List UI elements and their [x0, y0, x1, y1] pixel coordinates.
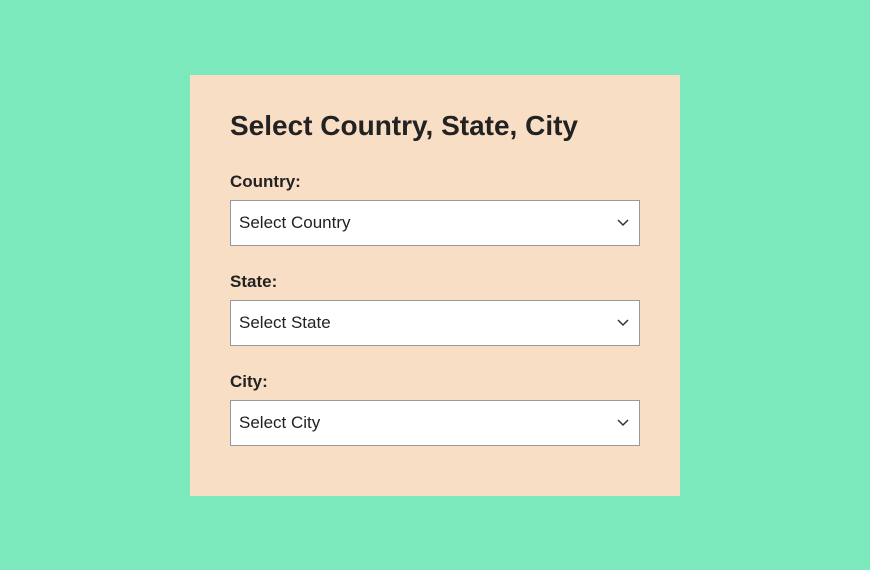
state-select[interactable]: Select State: [230, 300, 640, 346]
city-field: City: Select City: [230, 372, 640, 446]
chevron-down-icon: [617, 319, 629, 327]
chevron-down-icon: [617, 419, 629, 427]
page-title: Select Country, State, City: [230, 110, 640, 142]
country-label: Country:: [230, 172, 640, 192]
city-select[interactable]: Select City: [230, 400, 640, 446]
state-select-value: Select State: [239, 313, 331, 333]
state-field: State: Select State: [230, 272, 640, 346]
state-label: State:: [230, 272, 640, 292]
country-select-value: Select Country: [239, 213, 351, 233]
country-select[interactable]: Select Country: [230, 200, 640, 246]
chevron-down-icon: [617, 219, 629, 227]
city-label: City:: [230, 372, 640, 392]
city-select-value: Select City: [239, 413, 320, 433]
form-card: Select Country, State, City Country: Sel…: [190, 75, 680, 496]
country-field: Country: Select Country: [230, 172, 640, 246]
